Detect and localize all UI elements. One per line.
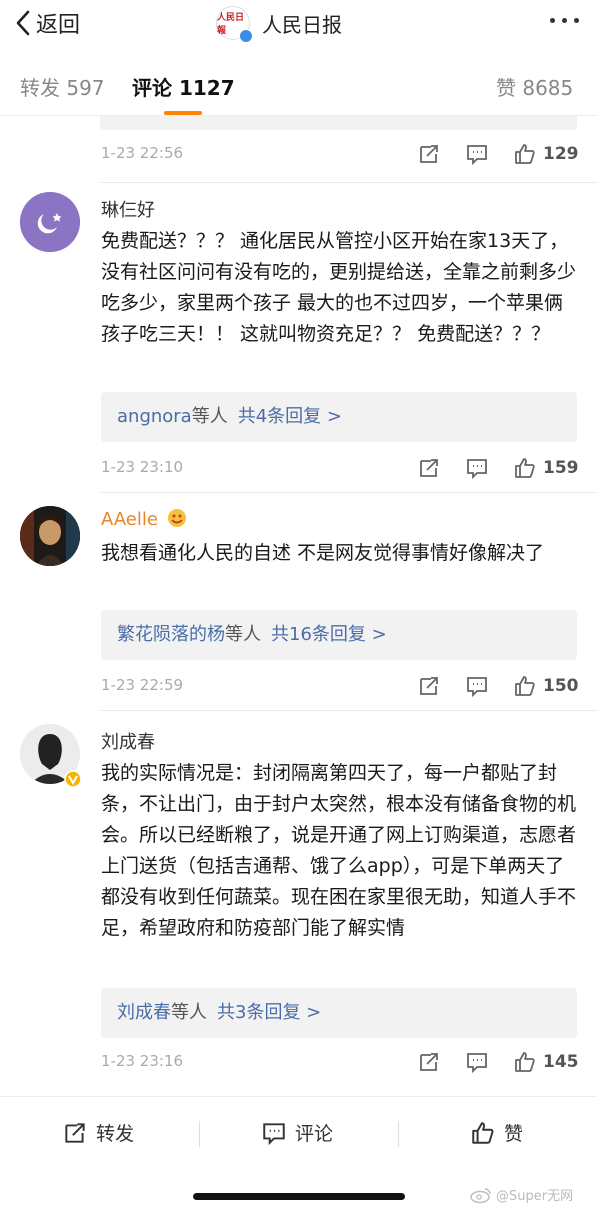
account-header[interactable]: 人民日報 人民日报: [216, 6, 342, 43]
comment-time: 1-23 22:56: [101, 144, 184, 162]
comment-meta: 1-23 23:10 159: [101, 456, 579, 482]
repost-label: 转发: [96, 1123, 135, 1145]
thumbs-up-icon: [515, 1052, 535, 1072]
reply-count-link[interactable]: 共4条回复 >: [238, 406, 342, 427]
fan-badge-icon: [167, 509, 186, 527]
weibo-logo-icon: [470, 1187, 491, 1203]
repost-icon[interactable]: [417, 456, 441, 480]
like-count: 145: [543, 1052, 579, 1072]
comment-meta: 1-23 23:16 145: [101, 1050, 579, 1076]
comment-text: 免费配送？？？ 通化居民从管控小区开始在家13天了，没有社区问问有没有吃的，更别…: [101, 230, 577, 345]
comment-meta: 1-23 22:59 150: [101, 674, 579, 700]
comment-icon[interactable]: [465, 1050, 489, 1074]
comment-icon: [263, 1122, 285, 1145]
username-text: AAelle: [101, 509, 158, 530]
previous-replies-stub: [100, 116, 577, 130]
repost-icon[interactable]: [417, 142, 441, 166]
avatar[interactable]: [20, 192, 80, 252]
comment-divider: [101, 182, 597, 183]
replies-summary[interactable]: 刘成春等人 共3条回复 >: [101, 988, 577, 1038]
account-logo: 人民日報: [216, 6, 253, 43]
like-label: 赞: [504, 1123, 524, 1145]
thumbs-up-icon: [515, 676, 535, 696]
comment-text: 我想看通化人民的自述 不是网友觉得事情好像解决了: [101, 542, 545, 564]
divider: [199, 1121, 200, 1147]
tab-like[interactable]: 赞 8685: [496, 72, 573, 101]
comment-username[interactable]: 琳仨好: [101, 196, 155, 222]
back-button[interactable]: 返回: [14, 8, 80, 38]
thumbs-up-icon: [515, 458, 535, 478]
comment-icon[interactable]: [465, 142, 489, 166]
like-button[interactable]: 赞: [470, 1119, 523, 1146]
replies-summary[interactable]: angnora等人 共4条回复 >: [101, 392, 577, 442]
bottom-action-bar: 转发 评论 赞 @Super无网: [0, 1096, 597, 1213]
divider: [398, 1121, 399, 1147]
like-button[interactable]: 159: [513, 456, 579, 480]
reply-count-link[interactable]: 共16条回复 >: [271, 624, 387, 645]
like-button[interactable]: 145: [513, 1050, 579, 1074]
reply-user[interactable]: 刘成春: [117, 1002, 171, 1023]
chevron-left-icon: [16, 10, 30, 36]
reply-user[interactable]: angnora: [117, 406, 192, 427]
comment-username[interactable]: AAelle: [101, 508, 188, 530]
repost-icon: [65, 1122, 85, 1143]
moon-star-icon: [20, 192, 80, 252]
comment-username[interactable]: 刘成春: [101, 728, 155, 754]
home-indicator[interactable]: [193, 1193, 405, 1200]
comment-time: 1-23 23:16: [101, 1052, 184, 1070]
comment-icon[interactable]: [465, 456, 489, 480]
comment-time: 1-23 23:10: [101, 458, 184, 476]
thumbs-up-icon: [472, 1121, 494, 1144]
repost-icon[interactable]: [417, 1050, 441, 1074]
comment-icon[interactable]: [465, 674, 489, 698]
reply-count-link[interactable]: 共3条回复 >: [217, 1002, 321, 1023]
more-options-icon[interactable]: [550, 18, 579, 23]
reply-user[interactable]: 繁花陨落的杨: [117, 624, 225, 645]
reply-suffix: 等人: [191, 406, 228, 427]
reply-suffix: 等人: [225, 624, 261, 645]
comment-text: 我的实际情况是：封闭隔离第四天了，每一户都贴了封条，不让出门，由于封户太突然，根…: [101, 762, 577, 939]
comment-time: 1-23 22:59: [101, 676, 184, 694]
comment-button[interactable]: 评论: [261, 1119, 333, 1146]
account-name: 人民日报: [262, 12, 342, 37]
tab-repost[interactable]: 转发 597: [20, 72, 105, 101]
replies-summary[interactable]: 繁花陨落的杨等人 共16条回复 >: [101, 610, 577, 660]
like-button[interactable]: 129: [513, 142, 579, 166]
like-count: 159: [543, 458, 579, 478]
thumbs-up-icon: [515, 144, 535, 164]
comment-divider: [101, 492, 597, 493]
repost-icon[interactable]: [417, 674, 441, 698]
portrait-icon: [20, 506, 80, 566]
comment-label: 评论: [295, 1123, 334, 1145]
watermark-text: @Super无网: [496, 1189, 574, 1204]
verified-badge-icon: [239, 29, 253, 43]
avatar[interactable]: [20, 506, 80, 566]
repost-button[interactable]: 转发: [62, 1119, 134, 1146]
like-count: 150: [543, 676, 579, 696]
top-nav-bar: 返回 人民日報 人民日报: [0, 0, 597, 50]
reply-suffix: 等人: [171, 1002, 207, 1023]
like-button[interactable]: 150: [513, 674, 579, 698]
verified-badge-icon: [64, 770, 82, 788]
back-label: 返回: [36, 13, 81, 38]
watermark: @Super无网: [470, 1185, 573, 1204]
tab-comment[interactable]: 评论 1127: [132, 72, 235, 115]
tab-bar: 转发 597 评论 1127 赞 8685: [0, 52, 597, 116]
comment-meta: 1-23 22:56 129: [101, 142, 579, 168]
like-count: 129: [543, 144, 579, 164]
comment-divider: [101, 710, 597, 711]
